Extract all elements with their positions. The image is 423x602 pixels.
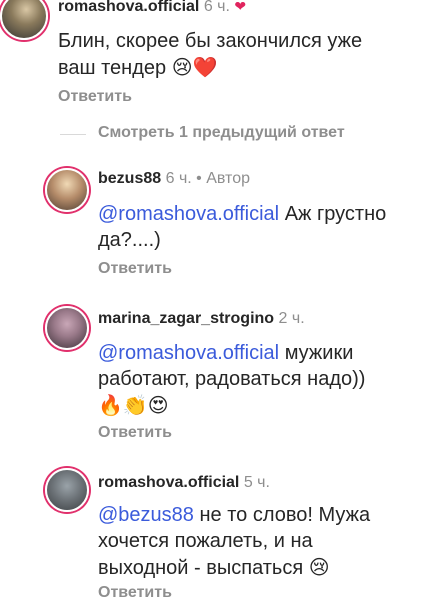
reply-button[interactable]: Ответить bbox=[98, 424, 172, 442]
reply-button[interactable]: Ответить bbox=[98, 584, 172, 602]
comment-header: romashova.official 6 ч. ❤ bbox=[58, 0, 246, 16]
view-previous-replies-button[interactable]: Смотреть 1 предыдущий ответ bbox=[98, 124, 345, 142]
liked-avatar-heart-icon: ❤ bbox=[234, 0, 247, 14]
comment-header: romashova.official 5 ч. bbox=[98, 474, 270, 492]
reply-button[interactable]: Ответить bbox=[98, 260, 172, 278]
mention-link[interactable]: @bezus88 bbox=[98, 504, 194, 526]
author-badge: • Автор bbox=[196, 170, 250, 187]
comment-text: @romashova.official Аж грустно да?....) bbox=[98, 203, 387, 251]
mention-link[interactable]: @romashova.official bbox=[98, 203, 279, 225]
timestamp: 6 ч. bbox=[203, 0, 230, 15]
timestamp: 6 ч. bbox=[165, 170, 192, 187]
username[interactable]: romashova.official bbox=[98, 474, 239, 491]
username[interactable]: marina_zagar_strogino bbox=[98, 310, 274, 327]
username[interactable]: bezus88 bbox=[98, 170, 161, 187]
avatar[interactable] bbox=[0, 0, 48, 40]
avatar[interactable] bbox=[45, 168, 89, 212]
comment-text: Блин, скорее бы закончился уже ваш тенде… bbox=[58, 30, 363, 79]
timestamp: 2 ч. bbox=[278, 310, 305, 327]
avatar[interactable] bbox=[45, 468, 89, 512]
username[interactable]: romashova.official bbox=[58, 0, 199, 15]
crying-heart-emoji-icon: 😢❤️ bbox=[171, 55, 218, 79]
reply-button[interactable]: Ответить bbox=[58, 88, 132, 106]
comment-text: @romashova.official мужики работают, рад… bbox=[98, 342, 366, 417]
crying-emoji-icon: 😢 bbox=[308, 555, 330, 579]
mention-link[interactable]: @romashova.official bbox=[98, 342, 279, 364]
timestamp: 5 ч. bbox=[243, 474, 270, 491]
comment-header: marina_zagar_strogino 2 ч. bbox=[98, 310, 305, 328]
avatar[interactable] bbox=[45, 306, 89, 350]
divider bbox=[60, 134, 86, 135]
fire-clap-heart-eyes-emoji-icon: 🔥👏😍 bbox=[98, 393, 169, 417]
comment-text: @bezus88 не то слово! Мужа хочется пожал… bbox=[98, 504, 371, 579]
comment-header: bezus88 6 ч. • Автор bbox=[98, 170, 250, 188]
